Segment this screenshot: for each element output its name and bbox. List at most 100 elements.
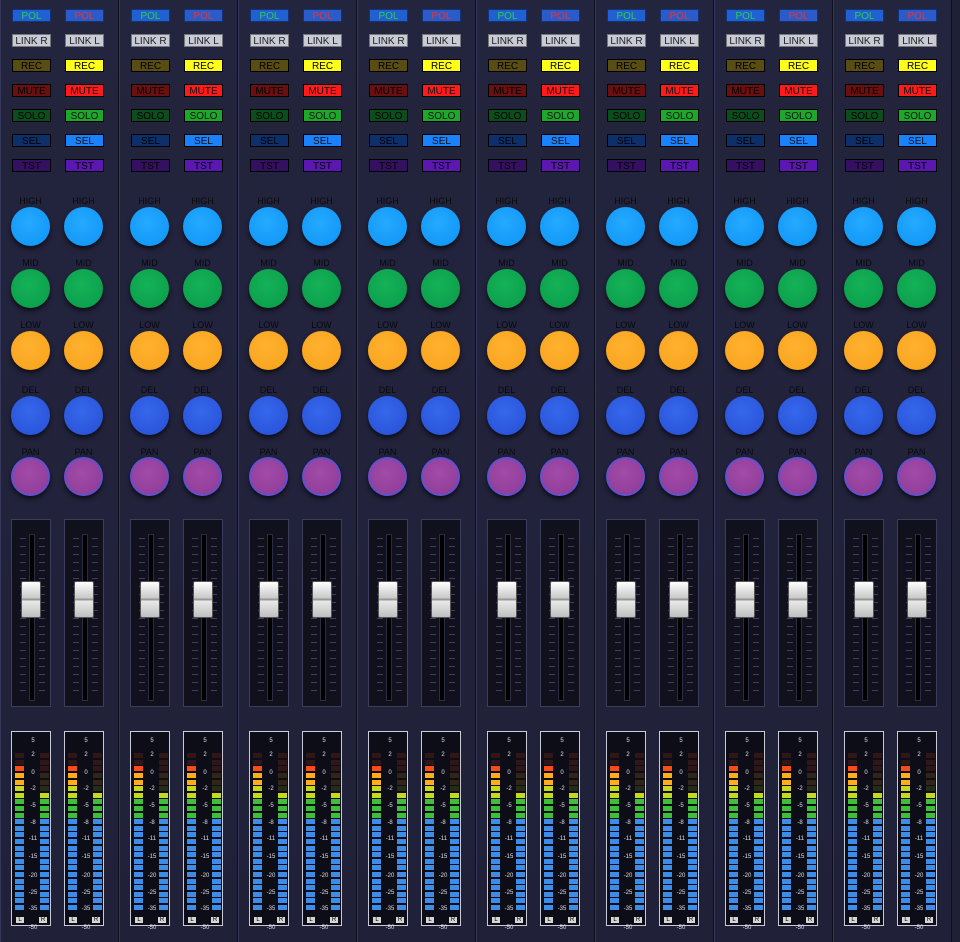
low-knob[interactable]: [540, 331, 579, 370]
mid-knob[interactable]: [540, 269, 579, 308]
volume-fader[interactable]: [487, 519, 527, 707]
del-knob[interactable]: [725, 396, 764, 435]
rec-button[interactable]: REC: [184, 59, 223, 72]
mute-button[interactable]: MUTE: [369, 84, 408, 97]
mid-knob[interactable]: [11, 269, 50, 308]
del-knob[interactable]: [302, 396, 341, 435]
fader-cap[interactable]: [854, 581, 874, 618]
volume-fader[interactable]: [540, 519, 580, 707]
link-button[interactable]: LINK L: [184, 34, 223, 47]
link-button[interactable]: LINK L: [422, 34, 461, 47]
low-knob[interactable]: [844, 331, 883, 370]
pan-knob[interactable]: [540, 457, 579, 496]
solo-button[interactable]: SOLO: [660, 109, 699, 122]
del-knob[interactable]: [659, 396, 698, 435]
link-button[interactable]: LINK L: [65, 34, 104, 47]
low-knob[interactable]: [64, 331, 103, 370]
tst-button[interactable]: TST: [422, 159, 461, 172]
mid-knob[interactable]: [606, 269, 645, 308]
volume-fader[interactable]: [659, 519, 699, 707]
solo-button[interactable]: SOLO: [541, 109, 580, 122]
sel-button[interactable]: SEL: [369, 134, 408, 147]
high-knob[interactable]: [183, 207, 222, 246]
fader-cap[interactable]: [550, 581, 570, 618]
sel-button[interactable]: SEL: [12, 134, 51, 147]
pol-button[interactable]: POL: [898, 9, 937, 22]
mute-button[interactable]: MUTE: [422, 84, 461, 97]
tst-button[interactable]: TST: [898, 159, 937, 172]
link-button[interactable]: LINK R: [250, 34, 289, 47]
low-knob[interactable]: [249, 331, 288, 370]
sel-button[interactable]: SEL: [422, 134, 461, 147]
low-knob[interactable]: [897, 331, 936, 370]
pol-button[interactable]: POL: [250, 9, 289, 22]
sel-button[interactable]: SEL: [184, 134, 223, 147]
high-knob[interactable]: [11, 207, 50, 246]
solo-button[interactable]: SOLO: [369, 109, 408, 122]
solo-button[interactable]: SOLO: [303, 109, 342, 122]
tst-button[interactable]: TST: [726, 159, 765, 172]
tst-button[interactable]: TST: [131, 159, 170, 172]
link-button[interactable]: LINK R: [607, 34, 646, 47]
solo-button[interactable]: SOLO: [726, 109, 765, 122]
tst-button[interactable]: TST: [303, 159, 342, 172]
rec-button[interactable]: REC: [303, 59, 342, 72]
high-knob[interactable]: [725, 207, 764, 246]
pan-knob[interactable]: [659, 457, 698, 496]
mid-knob[interactable]: [130, 269, 169, 308]
rec-button[interactable]: REC: [779, 59, 818, 72]
volume-fader[interactable]: [897, 519, 937, 707]
volume-fader[interactable]: [421, 519, 461, 707]
sel-button[interactable]: SEL: [845, 134, 884, 147]
tst-button[interactable]: TST: [488, 159, 527, 172]
solo-button[interactable]: SOLO: [422, 109, 461, 122]
del-knob[interactable]: [540, 396, 579, 435]
tst-button[interactable]: TST: [184, 159, 223, 172]
low-knob[interactable]: [487, 331, 526, 370]
mid-knob[interactable]: [183, 269, 222, 308]
sel-button[interactable]: SEL: [779, 134, 818, 147]
volume-fader[interactable]: [302, 519, 342, 707]
del-knob[interactable]: [487, 396, 526, 435]
del-knob[interactable]: [249, 396, 288, 435]
fader-cap[interactable]: [378, 581, 398, 618]
mid-knob[interactable]: [844, 269, 883, 308]
link-button[interactable]: LINK R: [12, 34, 51, 47]
link-button[interactable]: LINK L: [898, 34, 937, 47]
high-knob[interactable]: [487, 207, 526, 246]
sel-button[interactable]: SEL: [131, 134, 170, 147]
high-knob[interactable]: [659, 207, 698, 246]
tst-button[interactable]: TST: [12, 159, 51, 172]
solo-button[interactable]: SOLO: [250, 109, 289, 122]
pan-knob[interactable]: [897, 457, 936, 496]
low-knob[interactable]: [183, 331, 222, 370]
tst-button[interactable]: TST: [65, 159, 104, 172]
mid-knob[interactable]: [249, 269, 288, 308]
mute-button[interactable]: MUTE: [131, 84, 170, 97]
low-knob[interactable]: [130, 331, 169, 370]
low-knob[interactable]: [368, 331, 407, 370]
tst-button[interactable]: TST: [660, 159, 699, 172]
link-button[interactable]: LINK R: [726, 34, 765, 47]
rec-button[interactable]: REC: [131, 59, 170, 72]
link-button[interactable]: LINK R: [131, 34, 170, 47]
high-knob[interactable]: [302, 207, 341, 246]
high-knob[interactable]: [606, 207, 645, 246]
sel-button[interactable]: SEL: [898, 134, 937, 147]
del-knob[interactable]: [844, 396, 883, 435]
mid-knob[interactable]: [368, 269, 407, 308]
tst-button[interactable]: TST: [845, 159, 884, 172]
volume-fader[interactable]: [844, 519, 884, 707]
pan-knob[interactable]: [302, 457, 341, 496]
sel-button[interactable]: SEL: [488, 134, 527, 147]
solo-button[interactable]: SOLO: [845, 109, 884, 122]
fader-cap[interactable]: [312, 581, 332, 618]
tst-button[interactable]: TST: [607, 159, 646, 172]
fader-cap[interactable]: [735, 581, 755, 618]
del-knob[interactable]: [897, 396, 936, 435]
low-knob[interactable]: [659, 331, 698, 370]
rec-button[interactable]: REC: [845, 59, 884, 72]
fader-cap[interactable]: [907, 581, 927, 618]
fader-cap[interactable]: [616, 581, 636, 618]
pol-button[interactable]: POL: [488, 9, 527, 22]
